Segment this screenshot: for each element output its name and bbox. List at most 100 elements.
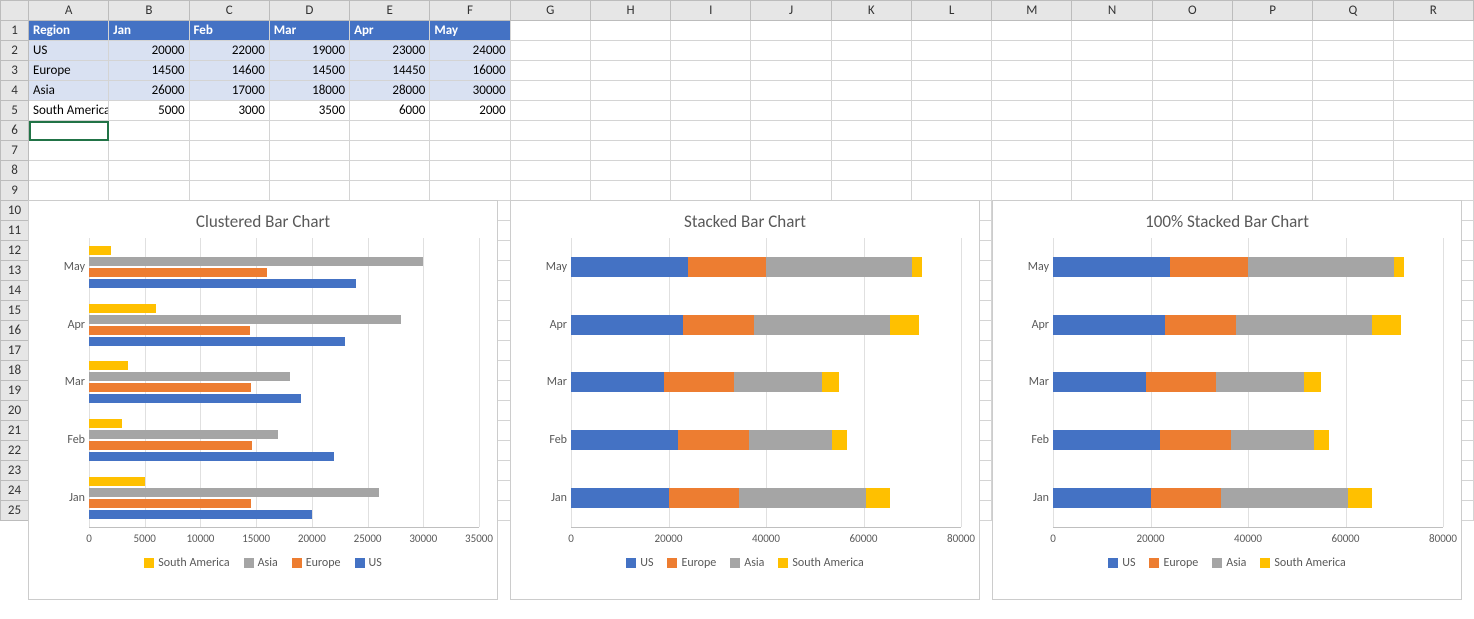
row-header-5[interactable]: 5 [1, 101, 29, 121]
cell-B9[interactable] [109, 181, 189, 201]
cell-H8[interactable] [590, 161, 670, 181]
cell-A9[interactable] [29, 181, 109, 201]
cell-B6[interactable] [109, 121, 189, 141]
cell-D1[interactable]: Mar [269, 21, 349, 41]
cell-B3[interactable]: 14500 [109, 61, 189, 81]
cell-F2[interactable]: 24000 [430, 41, 510, 61]
cell-N8[interactable] [1072, 161, 1152, 181]
cell-D9[interactable] [269, 181, 349, 201]
cell-N2[interactable] [1072, 41, 1152, 61]
cell-P1[interactable] [1232, 21, 1312, 41]
cell-I4[interactable] [671, 81, 751, 101]
col-header-M[interactable]: M [992, 1, 1072, 21]
cell-K2[interactable] [831, 41, 911, 61]
row-header-7[interactable]: 7 [1, 141, 29, 161]
cell-N6[interactable] [1072, 121, 1152, 141]
cell-L7[interactable] [911, 141, 991, 161]
cell-M8[interactable] [992, 161, 1072, 181]
cell-A4[interactable]: Asia [29, 81, 109, 101]
cell-L3[interactable] [911, 61, 991, 81]
cell-C5[interactable]: 3000 [189, 101, 269, 121]
cell-C7[interactable] [189, 141, 269, 161]
cell-D4[interactable]: 18000 [269, 81, 349, 101]
col-header-K[interactable]: K [831, 1, 911, 21]
cell-I2[interactable] [671, 41, 751, 61]
cell-P8[interactable] [1232, 161, 1312, 181]
cell-J6[interactable] [751, 121, 831, 141]
cell-A3[interactable]: Europe [29, 61, 109, 81]
cell-D6[interactable] [269, 121, 349, 141]
cell-Q2[interactable] [1313, 41, 1393, 61]
row-header-14[interactable]: 14 [1, 281, 29, 301]
cell-D3[interactable]: 14500 [269, 61, 349, 81]
col-header-N[interactable]: N [1072, 1, 1152, 21]
col-header-D[interactable]: D [269, 1, 349, 21]
cell-K6[interactable] [831, 121, 911, 141]
cell-M2[interactable] [992, 41, 1072, 61]
row-header-2[interactable]: 2 [1, 41, 29, 61]
cell-F4[interactable]: 30000 [430, 81, 510, 101]
row-header-20[interactable]: 20 [1, 401, 29, 421]
cell-G3[interactable] [510, 61, 590, 81]
cell-E6[interactable] [350, 121, 430, 141]
cell-Q3[interactable] [1313, 61, 1393, 81]
cell-P4[interactable] [1232, 81, 1312, 101]
cell-E5[interactable]: 6000 [350, 101, 430, 121]
cell-F8[interactable] [430, 161, 510, 181]
cell-M6[interactable] [992, 121, 1072, 141]
cell-N9[interactable] [1072, 181, 1152, 201]
cell-B4[interactable]: 26000 [109, 81, 189, 101]
col-header-O[interactable]: O [1152, 1, 1232, 21]
cell-P3[interactable] [1232, 61, 1312, 81]
cell-K7[interactable] [831, 141, 911, 161]
cell-M9[interactable] [992, 181, 1072, 201]
cell-I3[interactable] [671, 61, 751, 81]
cell-I6[interactable] [671, 121, 751, 141]
cell-M7[interactable] [992, 141, 1072, 161]
cell-N3[interactable] [1072, 61, 1152, 81]
cell-F1[interactable]: May [430, 21, 510, 41]
row-header-11[interactable]: 11 [1, 221, 29, 241]
cell-C8[interactable] [189, 161, 269, 181]
cell-E1[interactable]: Apr [350, 21, 430, 41]
cell-G5[interactable] [510, 101, 590, 121]
cell-Q1[interactable] [1313, 21, 1393, 41]
cell-N4[interactable] [1072, 81, 1152, 101]
cell-E9[interactable] [350, 181, 430, 201]
cell-G6[interactable] [510, 121, 590, 141]
col-header-A[interactable]: A [29, 1, 109, 21]
cell-A7[interactable] [29, 141, 109, 161]
cell-I9[interactable] [671, 181, 751, 201]
cell-E4[interactable]: 28000 [350, 81, 430, 101]
cell-O6[interactable] [1152, 121, 1232, 141]
cell-M4[interactable] [992, 81, 1072, 101]
cell-D7[interactable] [269, 141, 349, 161]
cell-K8[interactable] [831, 161, 911, 181]
row-header-25[interactable]: 25 [1, 501, 29, 521]
col-header-C[interactable]: C [189, 1, 269, 21]
cell-J2[interactable] [751, 41, 831, 61]
cell-L4[interactable] [911, 81, 991, 101]
cell-H9[interactable] [590, 181, 670, 201]
cell-E3[interactable]: 14450 [350, 61, 430, 81]
row-header-9[interactable]: 9 [1, 181, 29, 201]
cell-B2[interactable]: 20000 [109, 41, 189, 61]
cell-H4[interactable] [590, 81, 670, 101]
cell-R8[interactable] [1393, 161, 1473, 181]
cell-R3[interactable] [1393, 61, 1473, 81]
cell-I5[interactable] [671, 101, 751, 121]
cell-D2[interactable]: 19000 [269, 41, 349, 61]
cell-H7[interactable] [590, 141, 670, 161]
cell-C4[interactable]: 17000 [189, 81, 269, 101]
row-header-16[interactable]: 16 [1, 321, 29, 341]
cell-B8[interactable] [109, 161, 189, 181]
cell-I8[interactable] [671, 161, 751, 181]
row-header-19[interactable]: 19 [1, 381, 29, 401]
cell-O9[interactable] [1152, 181, 1232, 201]
cell-F6[interactable] [430, 121, 510, 141]
cell-G8[interactable] [510, 161, 590, 181]
cell-Q8[interactable] [1313, 161, 1393, 181]
cell-O3[interactable] [1152, 61, 1232, 81]
cell-C9[interactable] [189, 181, 269, 201]
row-header-17[interactable]: 17 [1, 341, 29, 361]
